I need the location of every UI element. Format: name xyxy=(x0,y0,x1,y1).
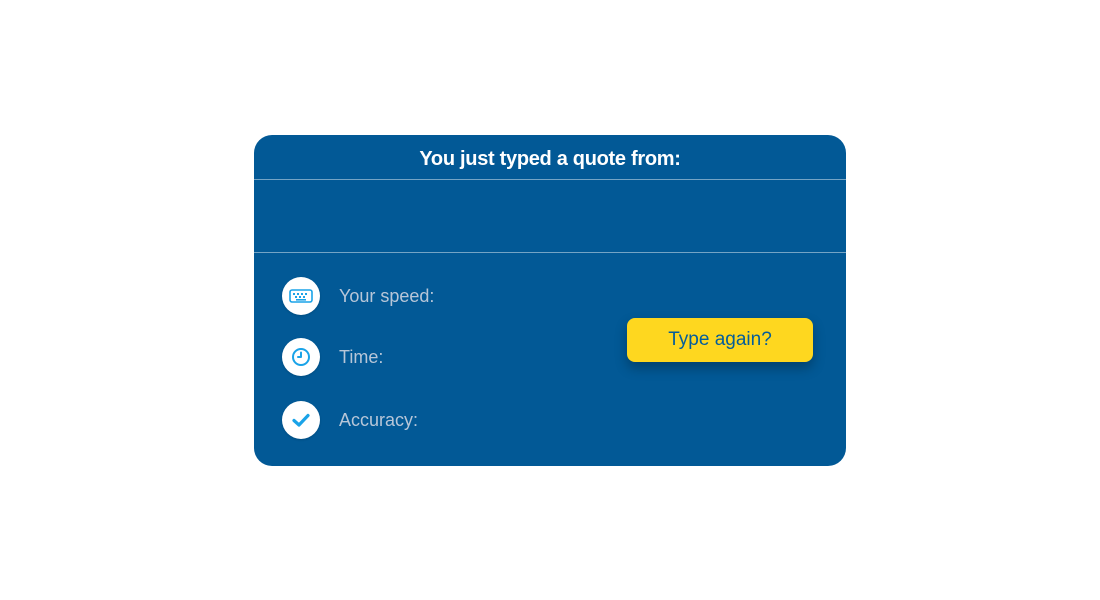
stat-time: Time: xyxy=(282,338,391,376)
stats-panel: Your speed: Time: Accuracy: Type again? xyxy=(254,253,846,466)
type-again-button[interactable]: Type again? xyxy=(627,318,813,362)
results-header: You just typed a quote from: xyxy=(254,135,846,180)
keyboard-icon xyxy=(282,277,320,315)
speed-label: Your speed: xyxy=(339,285,435,306)
accuracy-label: Accuracy: xyxy=(339,409,419,430)
results-card: You just typed a quote from: Your speed: xyxy=(254,135,846,466)
checkmark-icon xyxy=(282,401,320,439)
stat-speed: Your speed: xyxy=(282,277,442,315)
results-title: You just typed a quote from: xyxy=(419,148,681,170)
time-label: Time: xyxy=(339,346,384,367)
quote-source xyxy=(254,180,846,253)
stat-accuracy: Accuracy: xyxy=(282,401,426,439)
clock-icon xyxy=(282,338,320,376)
